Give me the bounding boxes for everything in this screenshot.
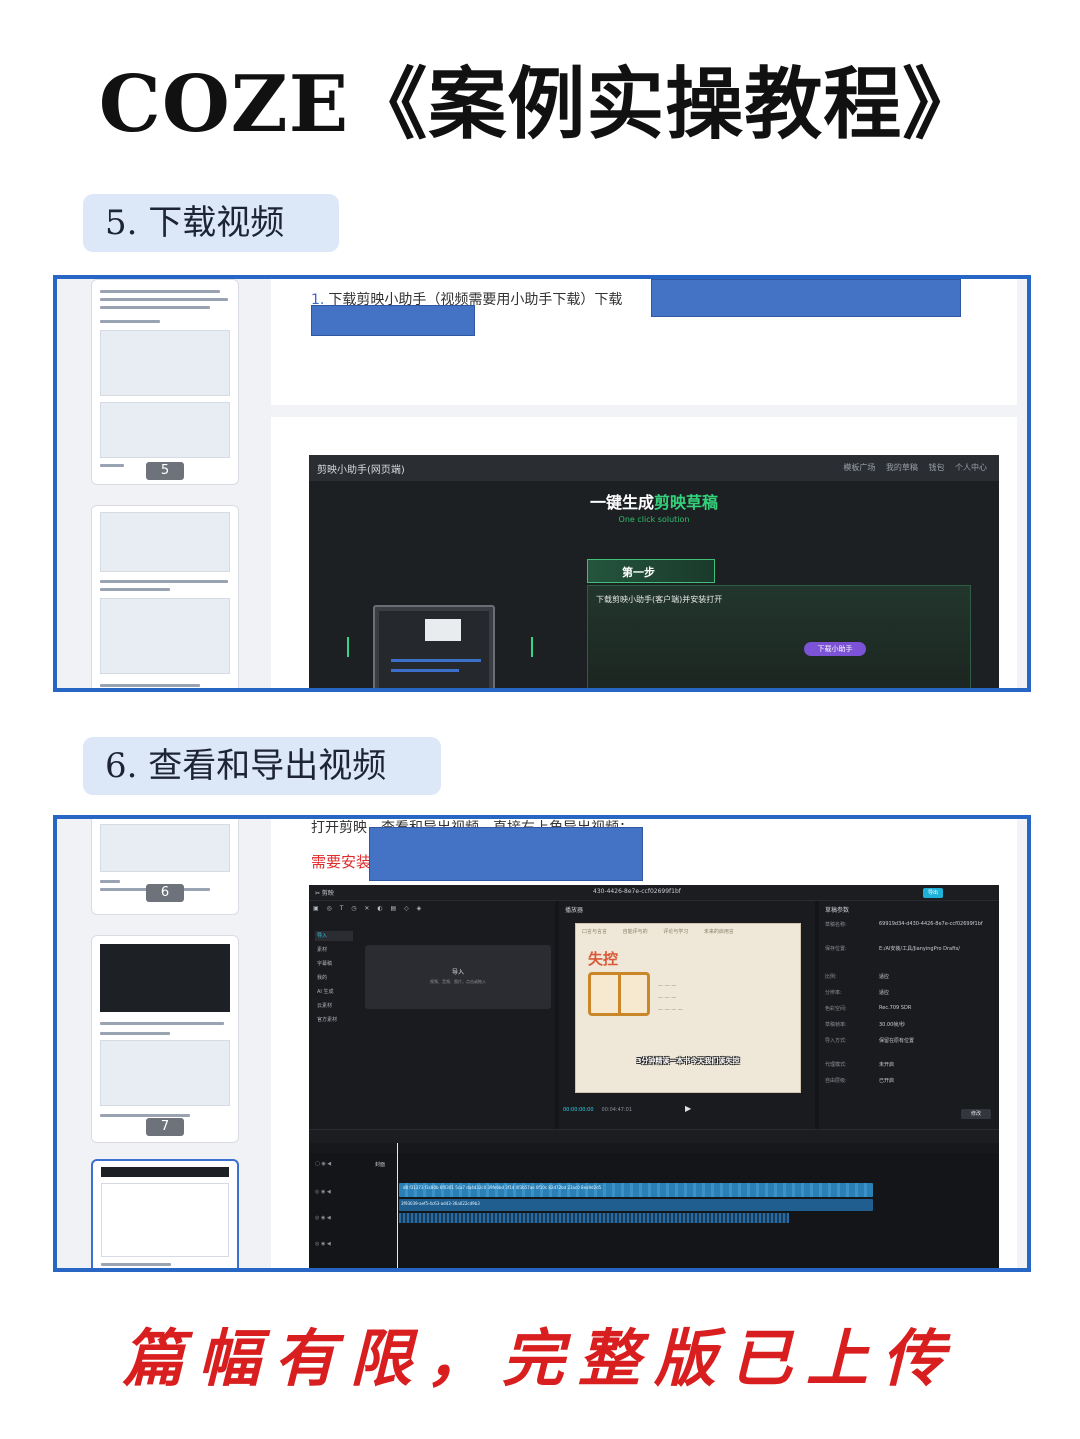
timeline-tracks: ▢ ◉ ◀ 封面 ◎ ◉ ◀ ◎ ◉ ◀ ◎ ◉ ◀ d8 f31373 f3c… <box>309 1153 999 1268</box>
media-toolbar: ▣ ◎ T ◷ ✕ ◐ ▤ ◇ ◈ <box>313 905 422 912</box>
redacted-link <box>311 305 475 336</box>
media-panel: ▣ ◎ T ◷ ✕ ◐ ▤ ◇ ◈ 导入 素材 字幕稿 我的 AI 生成 云素材… <box>309 901 555 1129</box>
track-controls[interactable]: ◎ ◉ ◀ <box>315 1241 331 1247</box>
import-hint: 视频、音频、图片，点击或拖入 <box>430 979 486 984</box>
track-controls[interactable]: ◎ ◉ ◀ <box>315 1189 331 1195</box>
page-thumbnail[interactable]: 5 <box>91 279 239 485</box>
param-row: 自由层级: 已开启 <box>825 1078 895 1084</box>
page-thumbnail[interactable] <box>91 505 239 688</box>
param-row: 代理模式: 未开启 <box>825 1062 895 1068</box>
redacted-link <box>369 827 643 881</box>
hero-prefix: 一键生成 <box>589 493 654 512</box>
param-row: 保存位置: E:/AI安装/工具/JianyingPro Drafts/ <box>825 946 960 952</box>
web-header: 剪映小助手(网页端) 模板广场 我的草稿 钱包 个人中心 <box>309 455 999 481</box>
import-dropzone[interactable]: 导入 视频、音频、图片，点击或拖入 <box>365 945 551 1009</box>
page-number-badge: 7 <box>146 1118 184 1136</box>
install-note: 需要安装 <box>311 853 372 871</box>
audio-clip[interactable]: 3f93039-aef5-4c63-ad43-36a022cd9b3 <box>399 1199 873 1211</box>
page-number-badge: 5 <box>146 462 184 480</box>
page-thumbnail-strip: 6 7 <box>57 819 271 1268</box>
param-row: 比例: 适应 <box>825 974 890 980</box>
video-caption: 3分钟精读一本书今天我们读失控 <box>636 1057 740 1065</box>
section-5-label: 5. 下载视频 <box>83 194 339 252</box>
editor-titlebar: ✂ 剪映 430-4426-8e7e-ccf02699f1bf 导出 <box>309 885 999 901</box>
media-category[interactable]: 导入 <box>315 931 353 941</box>
video-clip[interactable]: d8 f31373 f3c80b 6f0301 5ca7 da4d32c0 39… <box>399 1183 873 1197</box>
cover-label[interactable]: 封面 <box>375 1161 385 1168</box>
playback-time: 00:00:00:00 00:04:47:01 <box>563 1107 632 1113</box>
glow-decoration <box>531 637 533 657</box>
params-header: 草稿参数 <box>825 907 850 914</box>
modify-button[interactable]: 修改 <box>961 1109 991 1119</box>
page-thumbnail-current[interactable] <box>91 1159 239 1268</box>
timeline-ruler <box>309 1143 999 1153</box>
document-page: 1. 下载剪映小助手（视频需要用小助手下载）下载 <box>271 279 1017 405</box>
web-hero-subtitle: One click solution <box>618 515 690 524</box>
param-row: 导入方式: 保留在原有位置 <box>825 1038 915 1044</box>
media-category[interactable]: 字幕稿 <box>315 959 353 969</box>
page-thumbnail-strip: 5 <box>57 279 271 688</box>
hero-highlight: 剪映草稿 <box>654 493 719 512</box>
book-title: 失控 <box>588 950 619 968</box>
media-category[interactable]: AI 生成 <box>315 987 353 997</box>
video-clip-label: d8 f31373 f3c80b 6f0301 5ca7 da4d32c0 39… <box>403 1185 602 1190</box>
media-category[interactable]: 云素材 <box>315 1001 353 1011</box>
subtitle-track[interactable] <box>399 1213 789 1223</box>
import-label: 导入 <box>451 969 464 976</box>
media-category[interactable]: 官方素材 <box>315 1015 353 1025</box>
page-thumbnail[interactable]: 6 <box>91 819 239 915</box>
current-time: 00:00:00:00 <box>563 1107 594 1113</box>
playhead[interactable] <box>397 1143 398 1268</box>
page-title: COZE《案例实操教程》 <box>98 59 982 150</box>
media-category[interactable]: 素材 <box>315 945 353 955</box>
param-row: 草稿帧率: 30.00帧/秒 <box>825 1022 905 1028</box>
step-one-panel: 下载剪映小助手(客户端)并安装打开 下载小助手 <box>587 585 971 688</box>
draft-params-panel: 草稿参数 草稿名称: 69919d34-d430-4426-8e7e-ccf026… <box>819 901 999 1129</box>
book-icon <box>588 972 650 1016</box>
jianying-editor-screenshot: ✂ 剪映 430-4426-8e7e-ccf02699f1bf 导出 ▣ ◎ T… <box>309 885 999 1268</box>
web-brand: 剪映小助手(网页端) <box>317 465 405 476</box>
download-video-screenshot: 5 1. 下载剪映小助手（视频需要用小助手下载）下载 剪映小助手(网页端) 模板广… <box>53 275 1031 692</box>
param-row: 色彩空间: Rec.709 SDR <box>825 1005 912 1012</box>
glow-decoration <box>347 637 349 657</box>
page-thumbnail[interactable]: 7 <box>91 935 239 1143</box>
total-time: 00:04:47:01 <box>601 1107 633 1113</box>
play-icon[interactable]: ▶ <box>685 1104 691 1113</box>
param-row: 草稿名称: 69919d34-d430-4426-8e7e-ccf02699f1b… <box>825 921 983 928</box>
nav-wallet[interactable]: 钱包 <box>928 463 944 472</box>
track-controls[interactable]: ◎ ◉ ◀ <box>315 1215 331 1221</box>
track-controls[interactable]: ▢ ◉ ◀ <box>315 1161 331 1167</box>
nav-drafts[interactable]: 我的草稿 <box>886 463 918 472</box>
audio-clip-label: 3f93039-aef5-4c63-ad43-36a022cd9b3 <box>401 1201 480 1206</box>
nav-templates[interactable]: 模板广场 <box>843 463 875 472</box>
editor-draft-title: 430-4426-8e7e-ccf02699f1bf <box>593 888 681 895</box>
section-6-label: 6. 查看和导出视频 <box>83 737 441 795</box>
media-category[interactable]: 我的 <box>315 973 353 983</box>
page-number-badge: 6 <box>146 884 184 902</box>
nav-profile[interactable]: 个人中心 <box>955 463 987 472</box>
video-preview-frame: 口言与言言 自能评与的 评论与学习 未来的启用言 失控 — — — — — — — … <box>575 923 801 1093</box>
step-one-text: 下载剪映小助手(客户端)并安装打开 <box>596 595 723 604</box>
footer-note: 篇幅有限，完整版已上传 <box>121 1322 958 1395</box>
frame-tabs: 口言与言言 自能评与的 评论与学习 未来的启用言 <box>582 929 734 935</box>
jianying-helper-web-screenshot: 剪映小助手(网页端) 模板广场 我的草稿 钱包 个人中心 一键生成剪映草稿 On… <box>309 455 999 688</box>
view-export-video-screenshot: 6 7 打开剪映，查看和导出视频，直接右上角导出视频： 需要安装 ✂ 剪映 43… <box>53 815 1031 1272</box>
book-meta: — — — — — — — — — — <box>658 983 683 1013</box>
download-helper-button[interactable]: 下载小助手 <box>804 642 866 656</box>
player-header: 播放器 <box>565 907 584 914</box>
laptop-illustration <box>373 605 495 688</box>
timeline-toolbar <box>309 1129 999 1143</box>
step-one-tab[interactable]: 第一步 <box>587 559 715 583</box>
web-nav: 模板广场 我的草稿 钱包 个人中心 <box>843 462 987 473</box>
export-button[interactable]: 导出 <box>923 888 943 898</box>
web-hero-title: 一键生成剪映草稿 <box>309 489 999 513</box>
player-panel: 播放器 口言与言言 自能评与的 评论与学习 未来的启用言 失控 — — — — —… <box>559 901 815 1129</box>
redacted-link <box>651 279 961 317</box>
param-row: 分辨率: 适应 <box>825 990 890 996</box>
